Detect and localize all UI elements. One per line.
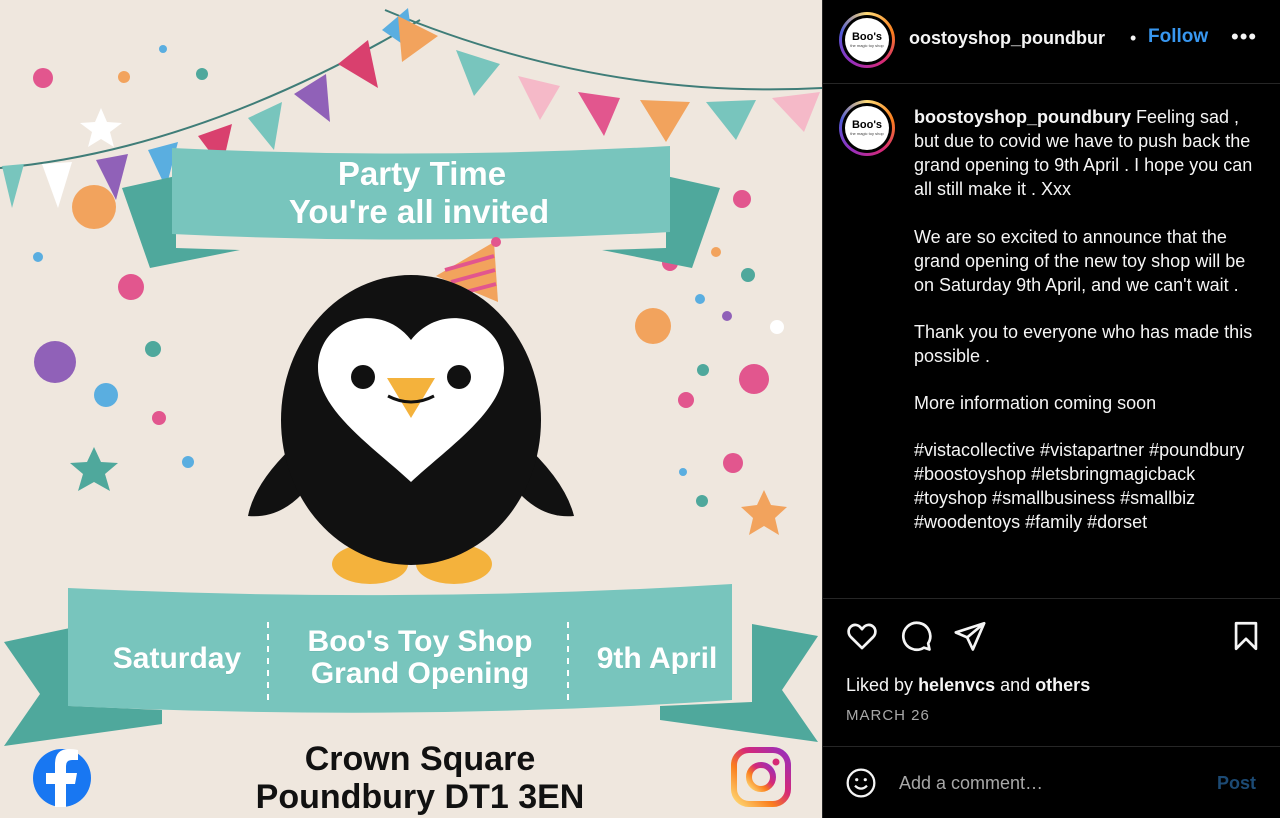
liked-by-and: and <box>1000 675 1031 695</box>
avatar-logo-word: Boo's <box>851 31 883 43</box>
avatar-logo-tag: the magic toy shop <box>850 43 884 48</box>
more-options-icon[interactable]: ••• <box>1231 24 1257 50</box>
heart-icon[interactable] <box>845 619 879 653</box>
event-shop-name: Boo's Toy Shop <box>307 625 533 658</box>
event-subtitle: Grand Opening <box>310 657 530 690</box>
address-line-2: Poundbury DT1 3EN <box>255 778 585 816</box>
post-date: MARCH 26 <box>846 707 930 724</box>
post-header: Boo's the magic toy shop oostoyshop_poun… <box>823 0 1280 84</box>
bookmark-icon[interactable] <box>1229 619 1263 653</box>
avatar-logo-tag: the magic toy shop <box>850 131 884 136</box>
header-separator: • <box>1130 28 1137 48</box>
facebook-logo <box>33 749 91 807</box>
comment-input[interactable] <box>899 767 1199 799</box>
comment-bar: Post <box>823 746 1280 818</box>
party-invitation-graphic <box>0 8 822 807</box>
caption-paragraph-3: Thank you to everyone who has made this … <box>914 322 1253 366</box>
caption-area: Boo's the magic toy shop boostoyshop_pou… <box>823 85 1280 597</box>
emoji-icon[interactable] <box>845 767 877 799</box>
liked-by-others[interactable]: others <box>1035 675 1090 695</box>
ribbon-title: Party Time <box>337 155 507 192</box>
follow-button[interactable]: Follow <box>1148 26 1208 48</box>
liked-by-user[interactable]: helenvcs <box>918 675 995 695</box>
star-white <box>80 108 122 147</box>
penguin-mascot <box>248 237 574 584</box>
header-avatar[interactable]: Boo's the magic toy shop <box>839 12 895 68</box>
star-orange <box>741 490 787 535</box>
liked-by-prefix: Liked by <box>846 675 914 695</box>
caption-username[interactable]: boostoyshop_poundbury <box>914 107 1131 127</box>
instagram-logo <box>731 747 791 807</box>
comment-icon[interactable] <box>899 619 933 653</box>
event-day: Saturday <box>112 642 242 675</box>
post-image: Party Time You're all invited Saturday B… <box>0 0 822 818</box>
caption-hashtags[interactable]: #vistacollective #vistapartner #poundbur… <box>914 438 1254 534</box>
share-icon[interactable] <box>953 619 987 653</box>
post-side-panel: Boo's the magic toy shop oostoyshop_poun… <box>822 0 1280 818</box>
avatar-logo-word: Boo's <box>851 119 883 131</box>
event-date: 9th April <box>596 642 718 675</box>
header-username[interactable]: oostoyshop_poundbur <box>909 28 1105 49</box>
caption-avatar[interactable]: Boo's the magic toy shop <box>839 100 895 156</box>
post-actions: Liked by helenvcs and others MARCH 26 <box>823 598 1280 746</box>
post-comment-button[interactable]: Post <box>1217 773 1256 794</box>
caption-text: boostoyshop_poundbury Feeling sad , but … <box>914 105 1254 557</box>
likes-summary: Liked by helenvcs and others <box>846 675 1090 696</box>
caption-paragraph-4: More information coming soon <box>914 393 1157 413</box>
star-teal <box>70 447 118 491</box>
caption-paragraph-2: We are so excited to announce that the g… <box>914 227 1246 295</box>
ribbon-subtitle: You're all invited <box>288 193 550 230</box>
address-line-1: Crown Square <box>304 740 536 778</box>
